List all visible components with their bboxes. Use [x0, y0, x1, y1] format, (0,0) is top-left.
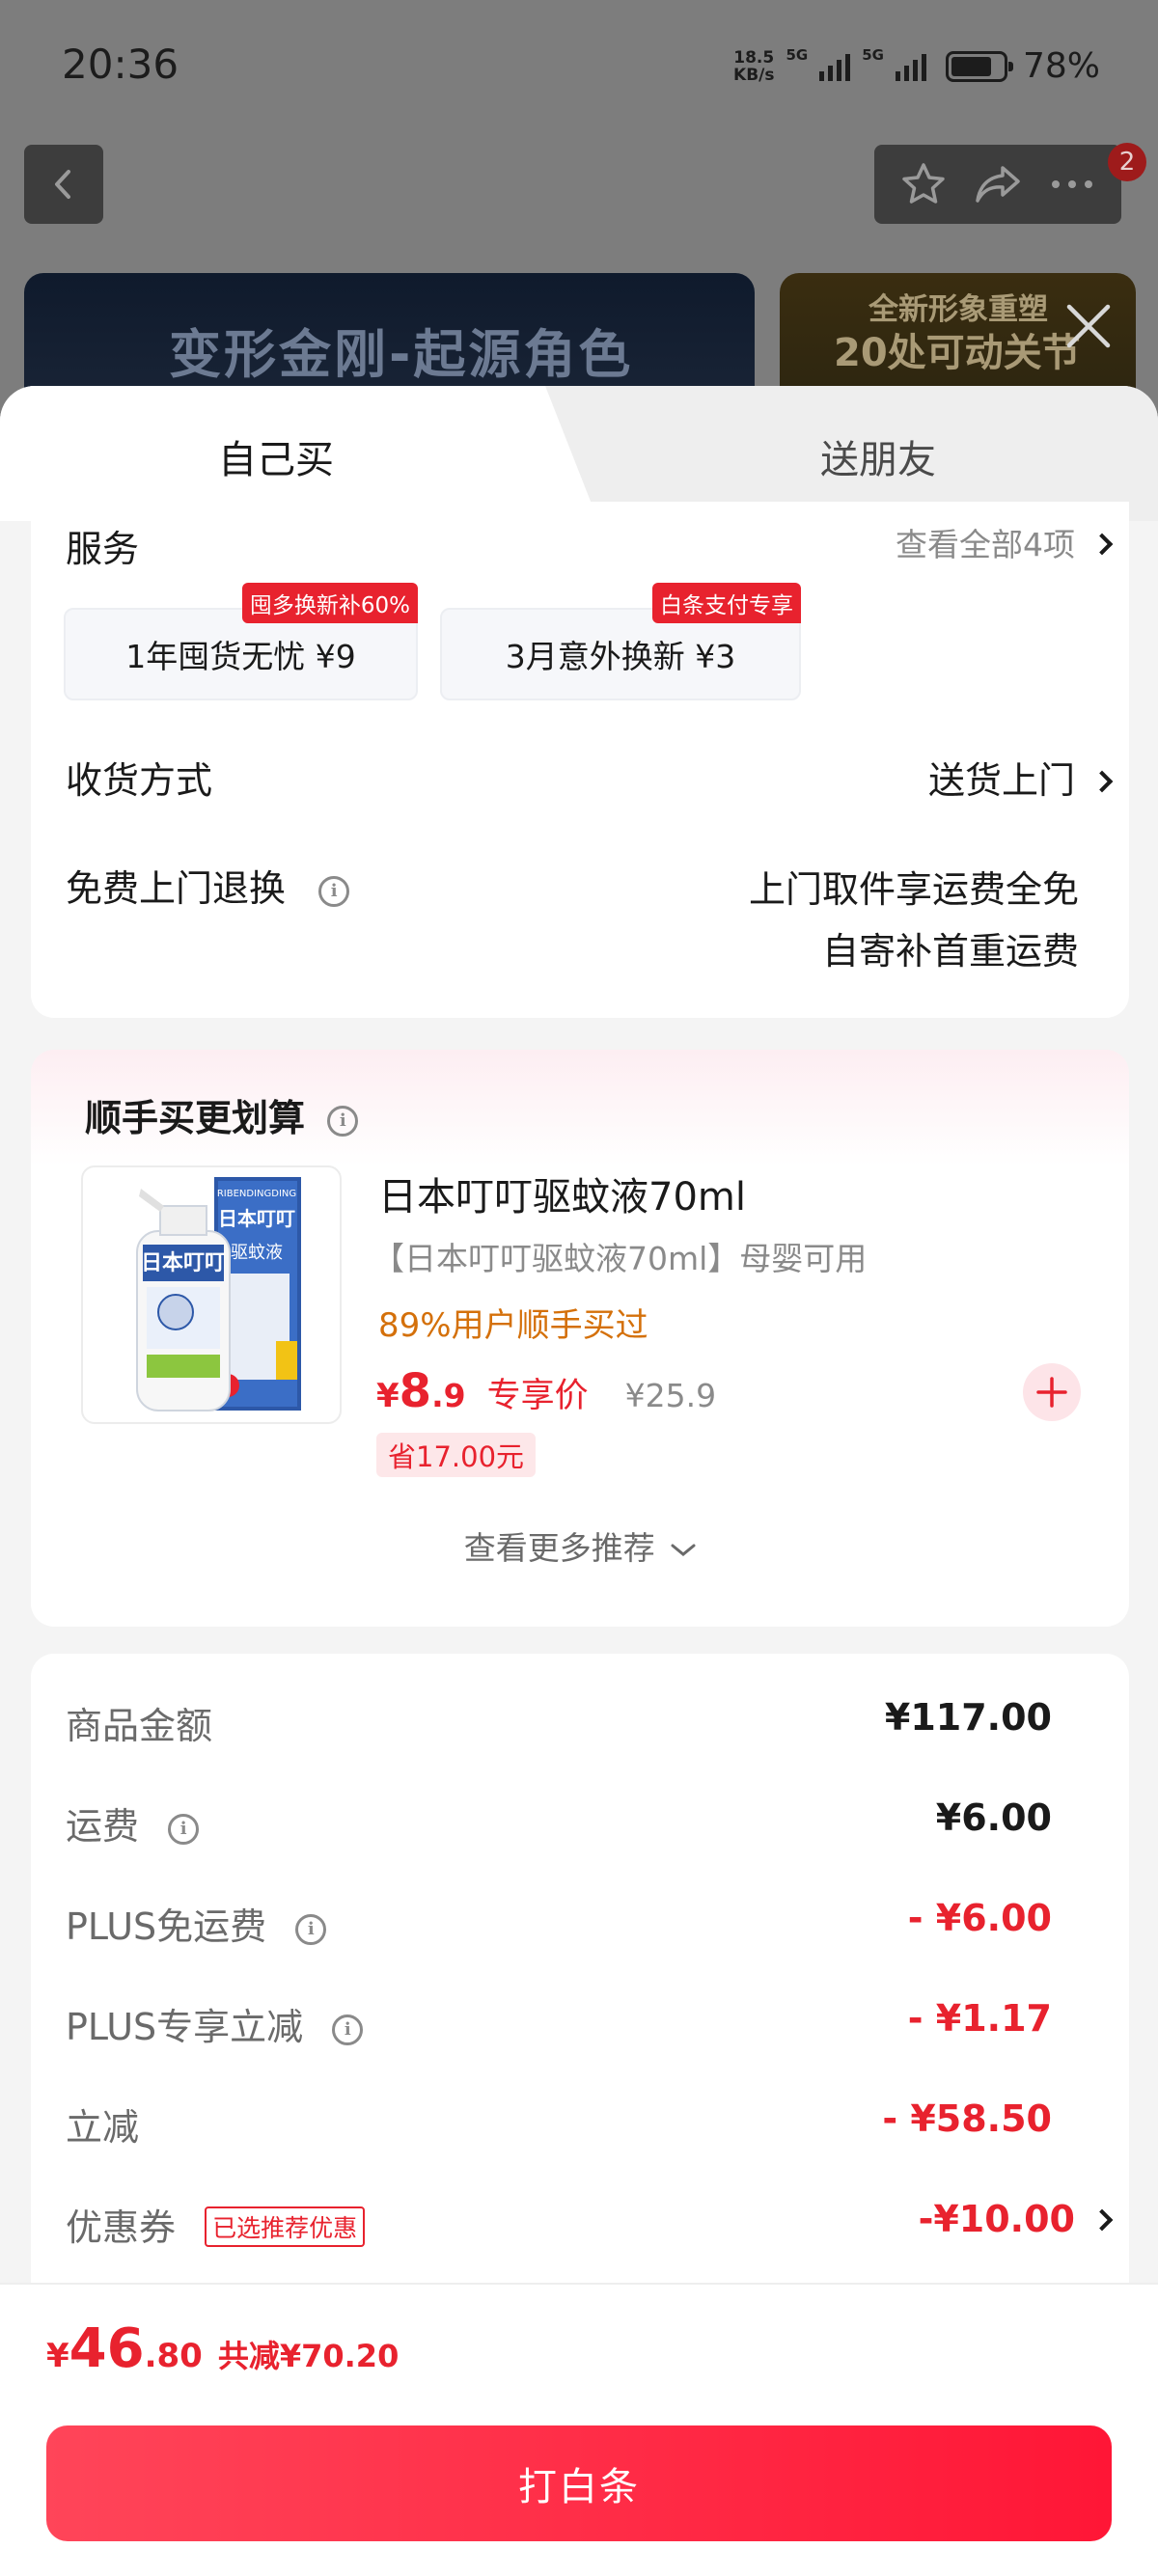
back-button[interactable]: [24, 145, 103, 224]
info-icon[interactable]: i: [327, 1105, 359, 1137]
summary-value-goods: ¥117.00: [884, 1696, 1052, 1739]
message-badge: 2: [1108, 143, 1146, 181]
summary-value-plus-free-shipping: - ¥6.00: [907, 1897, 1052, 1939]
addon-product-name[interactable]: 日本叮叮驱蚊液70ml: [378, 1165, 746, 1221]
signal1-label: 5G: [786, 46, 809, 64]
nav-actions: [874, 145, 1121, 224]
tab-bar: 自己买 送朋友: [0, 386, 1158, 521]
view-all-services[interactable]: 查看全部4项: [896, 519, 1114, 565]
checkout-sheet: 自己买 送朋友 服务 查看全部4项 1年囤货无忧 ¥9 囤多换新补60% 3月意…: [0, 386, 1158, 2576]
delivery-method[interactable]: 送货上门: [928, 751, 1114, 804]
close-icon[interactable]: [1062, 299, 1116, 353]
add-to-order-button[interactable]: [1023, 1363, 1081, 1421]
summary-label-plus-free-shipping: PLUS免运费 i: [66, 1897, 327, 1950]
delivery-label: 收货方式: [66, 759, 213, 802]
total-price: ¥ 46 .80 共减¥70.20: [46, 2317, 400, 2380]
addon-title: 顺手买更划算 i: [85, 1088, 359, 1141]
summary-label-coupon: 优惠券 已选推荐优惠: [66, 2198, 366, 2251]
tab-friend[interactable]: 送朋友: [820, 428, 936, 484]
plus-icon: [1036, 1377, 1067, 1408]
product-image[interactable]: 日本叮叮 日本叮叮 RIBENDINGDING 驱蚊液: [81, 1165, 342, 1424]
signal1-icon: [819, 52, 851, 81]
coupon-tag: 已选推荐优惠: [205, 2206, 366, 2247]
more-icon[interactable]: [1048, 175, 1096, 194]
total-saved: 共减¥70.20: [217, 2338, 400, 2374]
coupon-selector[interactable]: -¥10.00: [919, 2198, 1114, 2240]
exclusive-price-label: 专享价: [486, 1377, 589, 1415]
free-return-label: 免费上门退换 i: [66, 859, 350, 912]
service-option-1[interactable]: 1年囤货无忧 ¥9 囤多换新补60%: [64, 583, 418, 700]
signal2-label: 5G: [862, 46, 884, 64]
status-bar: 20:36 18.5 KB/s 5G 5G 78%: [0, 0, 1158, 135]
status-icons: 18.5 KB/s 5G 5G 78%: [733, 46, 1100, 86]
status-time: 20:36: [62, 41, 179, 88]
battery-icon: [945, 50, 1013, 82]
info-icon[interactable]: i: [168, 1813, 200, 1845]
summary-value-plus-discount: - ¥1.17: [907, 1997, 1052, 2040]
svg-text:驱蚊液: 驱蚊液: [231, 1243, 283, 1263]
summary-value-instant-discount: - ¥58.50: [882, 2097, 1052, 2140]
chevron-right-icon: [1090, 770, 1114, 793]
service-option-2[interactable]: 3月意外换新 ¥3 白条支付专享: [440, 583, 801, 700]
checkout-footer: ¥ 46 .80 共减¥70.20 打白条: [0, 2283, 1158, 2576]
addon-price: ¥ 8 .9 专享价 ¥25.9: [376, 1364, 717, 1418]
summary-label-shipping: 运费 i: [66, 1796, 200, 1850]
save-badge: 省17.00元: [376, 1433, 537, 1477]
battery-percent: 78%: [1022, 46, 1100, 86]
star-icon[interactable]: [899, 160, 948, 208]
free-return-detail: 上门取件享运费全免 自寄补首重运费: [748, 868, 1079, 973]
order-options-card: 服务 查看全部4项 1年囤货无忧 ¥9 囤多换新补60% 3月意外换新 ¥3 白…: [31, 502, 1129, 1018]
info-icon[interactable]: i: [295, 1913, 327, 1945]
svg-text:日本叮叮: 日本叮叮: [218, 1207, 295, 1230]
service-tag-2: 白条支付专享: [652, 583, 801, 623]
addon-product-subtitle: 【日本叮叮驱蚊液70ml】母婴可用: [372, 1240, 868, 1277]
chevron-left-icon: [55, 170, 70, 199]
svg-text:RIBENDINGDING: RIBENDINGDING: [217, 1189, 296, 1199]
chevron-right-icon: [1090, 2208, 1114, 2232]
summary-label-goods: 商品金额: [66, 1705, 213, 1747]
svg-text:日本叮叮: 日本叮叮: [141, 1251, 226, 1275]
original-price: ¥25.9: [624, 1377, 717, 1414]
info-icon[interactable]: i: [332, 2014, 364, 2045]
chevron-right-icon: [1090, 533, 1114, 556]
summary-label-plus-discount: PLUS专享立减 i: [66, 1997, 364, 2050]
net-speed: 18.5 KB/s: [733, 47, 775, 85]
service-tag-1: 囤多换新补60%: [241, 583, 418, 623]
addon-buy-percent: 89%用户顺手买过: [378, 1306, 648, 1345]
tab-self[interactable]: 自己买: [218, 428, 334, 484]
repellent-bottle-illustration: 日本叮叮 日本叮叮 RIBENDINGDING 驱蚊液: [136, 1177, 301, 1411]
more-recommendations[interactable]: 查看更多推荐: [31, 1522, 1129, 1569]
pay-button[interactable]: 打白条: [46, 2425, 1112, 2541]
share-icon[interactable]: [972, 160, 1024, 208]
chevron-down-icon: [671, 1544, 696, 1556]
info-icon[interactable]: i: [318, 875, 350, 907]
signal2-icon: [895, 52, 926, 81]
addon-card: 顺手买更划算 i 日本叮叮 日本叮叮 RIBENDINGDING 驱蚊液 日本叮…: [31, 1050, 1129, 1627]
summary-label-instant-discount: 立减: [66, 2106, 140, 2149]
services-title: 服务: [66, 528, 140, 570]
summary-value-shipping: ¥6.00: [935, 1796, 1052, 1839]
